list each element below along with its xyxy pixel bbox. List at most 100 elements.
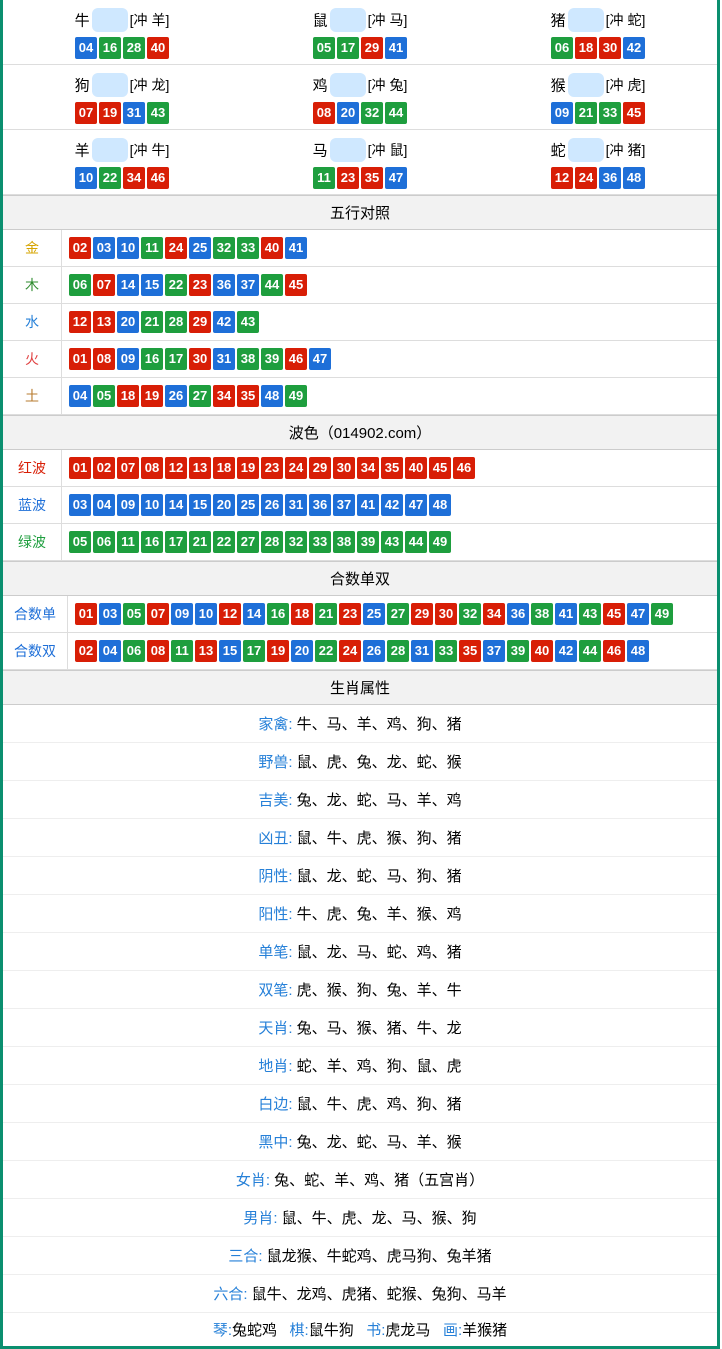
attr-key: 野兽: — [258, 754, 292, 771]
ball: 23 — [189, 274, 211, 296]
table-row: 红波0102070812131819232429303435404546 — [3, 450, 717, 487]
ball: 44 — [405, 531, 427, 553]
ball: 15 — [189, 494, 211, 516]
ball: 02 — [93, 457, 115, 479]
ball: 49 — [429, 531, 451, 553]
ball: 22 — [165, 274, 187, 296]
ball: 01 — [75, 603, 97, 625]
ball: 31 — [285, 494, 307, 516]
zodiac-row: 羊[冲 牛]10223446马[冲 鼠]11233547蛇[冲 猪]122436… — [3, 130, 717, 195]
zodiac-icon — [330, 73, 366, 97]
ball: 32 — [213, 237, 235, 259]
ball: 31 — [123, 102, 145, 124]
ball: 09 — [117, 348, 139, 370]
ball: 42 — [213, 311, 235, 333]
ball: 23 — [337, 167, 359, 189]
row-values: 0102070812131819232429303435404546 — [62, 450, 718, 487]
zodiac-cell: 鼠[冲 马]05172941 — [241, 0, 479, 65]
zodiac-icon — [92, 73, 128, 97]
attr-val: 鼠、牛、虎、龙、马、猴、狗 — [278, 1210, 477, 1227]
ball: 17 — [243, 640, 265, 662]
ball: 21 — [141, 311, 163, 333]
ball: 32 — [459, 603, 481, 625]
ball: 36 — [213, 274, 235, 296]
ball: 21 — [575, 102, 597, 124]
ball: 06 — [69, 274, 91, 296]
ball: 18 — [213, 457, 235, 479]
ball: 27 — [237, 531, 259, 553]
attr-header: 生肖属性 — [3, 670, 717, 705]
attr-key: 黑中: — [258, 1134, 292, 1151]
row-label: 合数单 — [3, 596, 68, 633]
ball: 26 — [165, 385, 187, 407]
ball: 38 — [531, 603, 553, 625]
ball: 33 — [435, 640, 457, 662]
zodiac-clash: [冲 猪] — [606, 142, 646, 158]
ball: 21 — [315, 603, 337, 625]
ball: 04 — [99, 640, 121, 662]
ball: 20 — [291, 640, 313, 662]
ball: 23 — [261, 457, 283, 479]
ball: 01 — [69, 457, 91, 479]
table-row: 绿波05061116172122272832333839434449 — [3, 524, 717, 561]
ball: 38 — [333, 531, 355, 553]
ball: 22 — [315, 640, 337, 662]
ball: 44 — [385, 102, 407, 124]
attr-key: 地肖: — [258, 1058, 292, 1075]
ball: 36 — [599, 167, 621, 189]
ball: 21 — [189, 531, 211, 553]
ball: 22 — [213, 531, 235, 553]
zodiac-clash: [冲 牛] — [130, 142, 170, 158]
ball: 05 — [313, 37, 335, 59]
main-wrap: 牛[冲 羊]04162840鼠[冲 马]05172941猪[冲 蛇]061830… — [0, 0, 720, 1349]
ball: 35 — [381, 457, 403, 479]
ball: 15 — [141, 274, 163, 296]
attr-line: 双笔: 虎、猴、狗、兔、羊、牛 — [3, 971, 717, 1009]
ball: 20 — [337, 102, 359, 124]
ball: 30 — [189, 348, 211, 370]
ball: 28 — [165, 311, 187, 333]
ball: 14 — [165, 494, 187, 516]
ball: 24 — [165, 237, 187, 259]
ball: 49 — [285, 385, 307, 407]
ball: 45 — [603, 603, 625, 625]
zodiac-name: 狗 — [75, 78, 90, 95]
ball: 06 — [93, 531, 115, 553]
ball: 38 — [237, 348, 259, 370]
ball: 37 — [333, 494, 355, 516]
ball: 40 — [261, 237, 283, 259]
bottom-val: 虎龙马 — [385, 1322, 430, 1339]
ball: 40 — [147, 37, 169, 59]
ball: 18 — [575, 37, 597, 59]
zodiac-icon — [568, 138, 604, 162]
attr-key: 单笔: — [258, 944, 292, 961]
ball: 48 — [627, 640, 649, 662]
ball: 12 — [165, 457, 187, 479]
ball: 04 — [75, 37, 97, 59]
table-row: 合数双0204060811131517192022242628313335373… — [3, 633, 717, 670]
attr-key: 白边: — [258, 1096, 292, 1113]
wuxing-header: 五行对照 — [3, 195, 717, 230]
attr-line: 六合: 鼠牛、龙鸡、虎猪、蛇猴、兔狗、马羊 — [3, 1275, 717, 1313]
ball: 49 — [651, 603, 673, 625]
zodiac-clash: [冲 虎] — [606, 77, 646, 93]
ball: 36 — [309, 494, 331, 516]
bottom-row: 琴:兔蛇鸡 棋:鼠牛狗 书:虎龙马 画:羊猴猪 — [3, 1313, 717, 1346]
zodiac-cell: 羊[冲 牛]10223446 — [3, 130, 241, 195]
ball: 36 — [507, 603, 529, 625]
zodiac-row: 狗[冲 龙]07193143鸡[冲 兔]08203244猴[冲 虎]092133… — [3, 65, 717, 130]
row-label: 土 — [3, 378, 62, 415]
zodiac-name: 猪 — [551, 13, 566, 30]
attr-val: 兔、马、猴、猪、牛、龙 — [293, 1020, 462, 1037]
attr-val: 鼠、牛、虎、猴、狗、猪 — [293, 830, 462, 847]
ball: 29 — [309, 457, 331, 479]
attr-val: 鼠、龙、蛇、马、狗、猪 — [293, 868, 462, 885]
bottom-key: 琴: — [213, 1322, 232, 1339]
bottom-key: 棋: — [290, 1322, 309, 1339]
ball: 11 — [171, 640, 193, 662]
ball: 44 — [579, 640, 601, 662]
attr-key: 吉美: — [258, 792, 292, 809]
zodiac-balls: 10223446 — [3, 166, 241, 190]
ball: 14 — [117, 274, 139, 296]
ball: 43 — [237, 311, 259, 333]
